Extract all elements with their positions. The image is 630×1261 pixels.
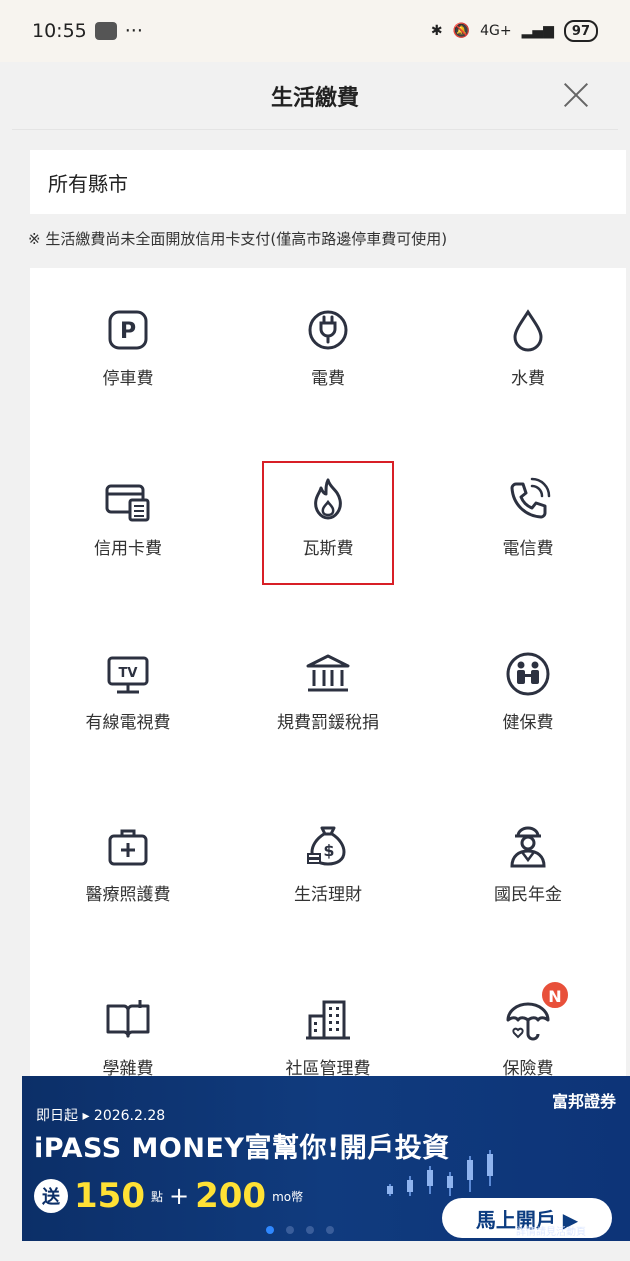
- payment-category-grid: P 停車費 電費 水費 信用卡費 瓦斯費 電信費 TV 有線電視費 規費罰鍰稅捐…: [30, 268, 626, 1078]
- category-label: 健保費: [502, 713, 554, 733]
- category-medical-care[interactable]: 醫療照護費: [30, 820, 226, 905]
- category-fees-fines-taxes[interactable]: 規費罰鍰稅捐: [230, 648, 426, 733]
- mute-icon: 🔕: [452, 23, 471, 39]
- water-drop-icon: [513, 309, 543, 352]
- close-icon[interactable]: [560, 79, 592, 111]
- carousel-dot[interactable]: [326, 1226, 334, 1234]
- category-label: 生活理財: [294, 885, 362, 905]
- carousel-dot[interactable]: [286, 1226, 294, 1234]
- new-badge: N: [540, 980, 570, 1010]
- category-national-pension[interactable]: 國民年金: [430, 820, 626, 905]
- category-label: 信用卡費: [94, 539, 162, 559]
- carousel-dot[interactable]: [306, 1226, 314, 1234]
- book-icon: [106, 1000, 150, 1038]
- signal-icon: ▂▄▆: [521, 23, 554, 39]
- points-unit: 點: [150, 1189, 163, 1204]
- status-time: 10:55: [32, 20, 87, 42]
- category-label: 國民年金: [494, 885, 562, 905]
- building-icon: [306, 1000, 350, 1040]
- category-label: 電信費: [502, 539, 554, 559]
- promo-banner[interactable]: 富邦證券 即日起 ▸ 2026.2.28 iPASS MONEY富幫你!開戶投資…: [22, 1076, 630, 1241]
- app-notification-icon: [94, 22, 117, 40]
- government-building-icon: [306, 654, 350, 692]
- category-parking[interactable]: P 停車費: [30, 304, 226, 389]
- category-tuition[interactable]: 學雜費: [30, 994, 226, 1078]
- category-label: 電費: [311, 369, 345, 389]
- category-community-management[interactable]: 社區管理費: [230, 994, 426, 1078]
- brand-logo-text: 富邦證券: [551, 1092, 616, 1111]
- status-extra: ···: [124, 20, 143, 42]
- category-telecom[interactable]: 電信費: [430, 474, 626, 559]
- battery-indicator: 97: [563, 20, 598, 42]
- pension-person-icon: [510, 826, 546, 868]
- selection-highlight: [262, 461, 394, 585]
- svg-text:TV: TV: [119, 666, 138, 681]
- category-label: 醫療照護費: [85, 885, 171, 905]
- banner-headline: iPASS MONEY富幫你!開戶投資: [34, 1133, 450, 1164]
- category-finance[interactable]: $ 生活理財: [230, 820, 426, 905]
- carousel-dots: [266, 1226, 334, 1234]
- county-selector-label: 所有縣市: [48, 171, 128, 196]
- credit-card-icon: [105, 484, 150, 522]
- status-time-group: 10:55 ···: [32, 20, 143, 42]
- banner-date: 即日起 ▸ 2026.2.28: [36, 1108, 166, 1124]
- money-bag-icon: $: [307, 826, 346, 866]
- send-badge: 送: [34, 1179, 68, 1213]
- category-label: 停車費: [102, 369, 154, 389]
- bluetooth-icon: ✱: [430, 23, 443, 39]
- page-header: 生活繳費: [12, 62, 618, 130]
- category-health-insurance[interactable]: 健保費: [430, 648, 626, 733]
- phone-icon: [510, 477, 551, 519]
- status-bar: 10:55 ··· ✱ 🔕 4G+ ▂▄▆ 97: [0, 0, 630, 62]
- health-insurance-icon: [506, 652, 550, 696]
- plus-sign: +: [169, 1182, 190, 1210]
- category-insurance[interactable]: 保險費 N: [430, 980, 626, 1078]
- svg-text:$: $: [323, 841, 334, 860]
- tv-icon: TV: [107, 656, 149, 694]
- page-title: 生活繳費: [270, 85, 359, 111]
- svg-text:P: P: [120, 319, 136, 344]
- carousel-dot[interactable]: [266, 1226, 274, 1234]
- mo-coin-amount: 200: [195, 1176, 267, 1216]
- status-right: ✱ 🔕 4G+ ▂▄▆ 97: [431, 20, 598, 42]
- mo-coin-unit: mo幣: [272, 1189, 304, 1204]
- credit-card-notice: ※ 生活繳費尚未全面開放信用卡支付(僅高市路邊停車費可使用): [28, 230, 448, 248]
- category-label: 社區管理費: [285, 1059, 371, 1078]
- medical-kit-icon: [108, 829, 148, 866]
- category-electricity[interactable]: 電費: [230, 304, 426, 389]
- category-label: 學雜費: [102, 1059, 154, 1078]
- parking-icon: P: [108, 310, 148, 350]
- category-cable-tv[interactable]: TV 有線電視費: [30, 648, 226, 733]
- category-credit-card[interactable]: 信用卡費: [30, 474, 226, 559]
- banner-detail-note: 詳情請見活動頁: [516, 1227, 586, 1238]
- category-label: 規費罰鍰稅捐: [277, 713, 379, 733]
- banner-gift: 送 150 點 + 200 mo幣: [34, 1176, 303, 1216]
- category-label: 水費: [511, 369, 545, 389]
- category-label: 保險費: [502, 1059, 554, 1078]
- power-plug-icon: [308, 310, 348, 350]
- network-label: 4G+: [480, 23, 512, 39]
- category-water[interactable]: 水費: [430, 304, 626, 389]
- county-selector[interactable]: 所有縣市: [30, 150, 626, 214]
- points-amount: 150: [74, 1176, 145, 1216]
- category-label: 有線電視費: [85, 713, 171, 733]
